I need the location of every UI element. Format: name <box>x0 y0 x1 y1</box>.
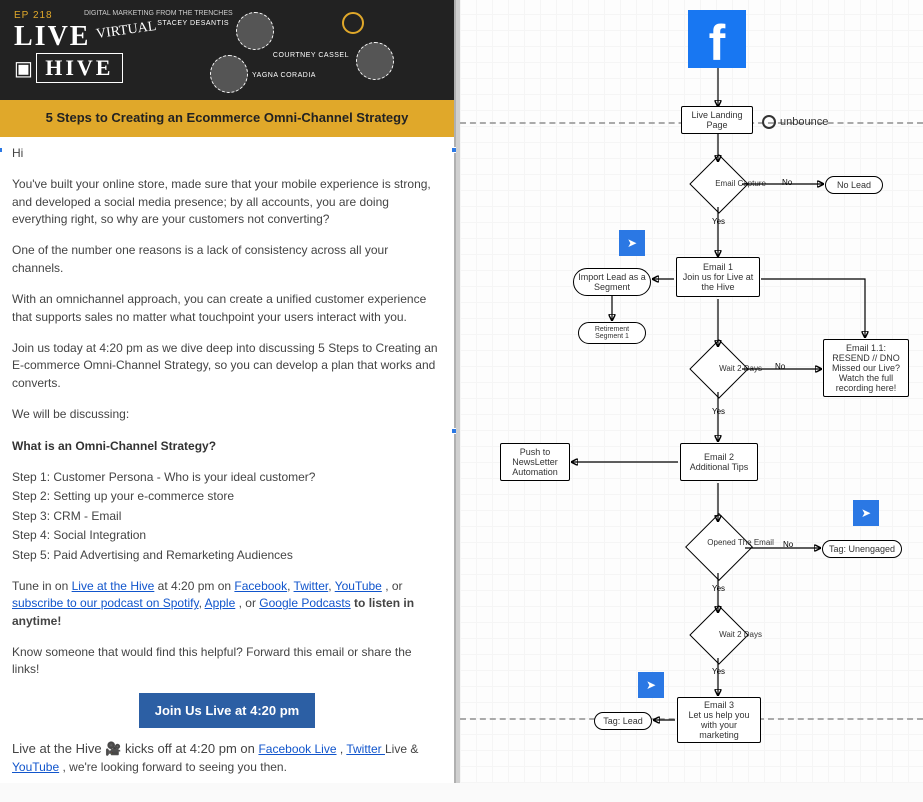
paragraph: You've built your online store, made sur… <box>12 176 442 228</box>
selection-handle[interactable] <box>0 147 3 153</box>
spotify-link[interactable]: subscribe to our podcast on Spotify <box>12 596 199 610</box>
section-heading: What is an Omni-Channel Strategy? <box>12 438 442 455</box>
avatar <box>356 42 394 80</box>
title-live: LIVE <box>14 21 90 53</box>
greeting: Hi <box>12 145 442 162</box>
avatar <box>236 12 274 50</box>
email-body: Hi You've built your online store, made … <box>0 137 454 802</box>
paragraph: With an omnichannel approach, you can cr… <box>12 291 442 326</box>
twitter-link[interactable]: Twitter <box>294 579 329 593</box>
flow-edges <box>460 0 923 783</box>
flowchart-canvas[interactable]: f unbounce Live Landing Page Email Captu… <box>456 0 923 783</box>
title-virtual: VIRTUAL <box>96 19 158 43</box>
avatar-label: COURTNEY CASSEL <box>273 52 349 59</box>
paragraph: One of the number one reasons is a lack … <box>12 242 442 277</box>
steps-list: Step 1: Customer Persona - Who is your i… <box>12 469 442 564</box>
email-banner: 5 Steps to Creating an Ecommerce Omni-Ch… <box>0 100 454 137</box>
clock-icon <box>342 12 364 34</box>
apple-link[interactable]: Apple <box>205 596 236 610</box>
email-hero: EP 218 DIGITAL MARKETING FROM THE TRENCH… <box>0 0 454 100</box>
facebook-link[interactable]: Facebook <box>234 579 287 593</box>
avatar-label: YAGNA CORADIA <box>252 72 316 79</box>
youtube-live-link[interactable]: YouTube <box>12 760 59 774</box>
step: Step 3: CRM - Email <box>12 508 442 525</box>
twitter-live-link[interactable]: Twitter <box>346 742 385 756</box>
step: Step 2: Setting up your e-commerce store <box>12 488 442 505</box>
avatar <box>210 55 248 93</box>
tagline: DIGITAL MARKETING FROM THE TRENCHES <box>84 10 233 17</box>
step: Step 1: Customer Persona - Who is your i… <box>12 469 442 486</box>
facebook-live-link[interactable]: Facebook Live <box>258 742 336 756</box>
discuss-label: We will be discussing: <box>12 406 442 423</box>
live-at-hive-link[interactable]: Live at the Hive <box>72 579 155 593</box>
tune-in-line: Tune in on Live at the Hive at 4:20 pm o… <box>12 578 442 630</box>
title-hive: HIVE <box>36 53 122 83</box>
paragraph: Join us today at 4:20 pm as we dive deep… <box>12 340 442 392</box>
youtube-link[interactable]: YouTube <box>335 579 382 593</box>
google-podcasts-link[interactable]: Google Podcasts <box>259 596 350 610</box>
avatar-label: STACEY DESANTIS <box>157 20 229 27</box>
footer-line: Live at the Hive 🎥 kicks off at 4:20 pm … <box>12 740 442 776</box>
email-preview: EP 218 DIGITAL MARKETING FROM THE TRENCH… <box>0 0 456 783</box>
step: Step 5: Paid Advertising and Remarketing… <box>12 547 442 564</box>
step: Step 4: Social Integration <box>12 527 442 544</box>
cta-button[interactable]: Join Us Live at 4:20 pm <box>139 693 316 728</box>
forward-line: Know someone that would find this helpfu… <box>12 644 442 679</box>
